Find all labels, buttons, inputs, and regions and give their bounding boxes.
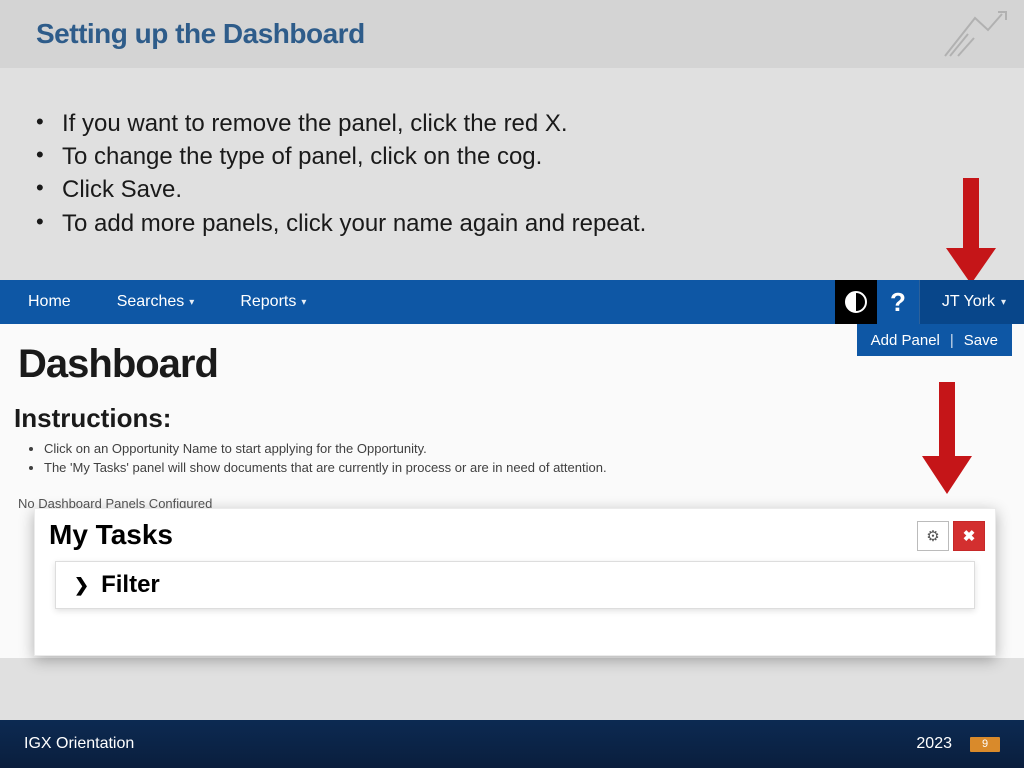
close-icon: ✖: [963, 527, 976, 545]
panel-action-bar: Add Panel | Save: [857, 324, 1012, 356]
help-button[interactable]: ?: [877, 280, 919, 324]
gear-icon: ⚙: [926, 527, 939, 545]
footer-year: 2023: [916, 735, 952, 753]
nav-searches[interactable]: Searches▾: [93, 280, 217, 324]
separator: |: [940, 332, 964, 349]
app-navbar: Home Searches▾ Reports▾ ? JT York▾: [0, 280, 1024, 324]
logo-icon: [940, 8, 1010, 60]
add-panel-button[interactable]: Add Panel: [871, 332, 940, 349]
instruction-bullets: If you want to remove the panel, click t…: [0, 68, 1024, 239]
footer-left: IGX Orientation: [24, 735, 134, 753]
instructions-list: Click on an Opportunity Name to start ap…: [0, 438, 1024, 486]
instructions-heading: Instructions:: [0, 393, 1024, 438]
arrow-pointer-icon: [946, 178, 996, 284]
nav-reports[interactable]: Reports▾: [216, 280, 328, 324]
arrow-pointer-icon: [922, 382, 972, 494]
bullet-item: Click Save.: [36, 174, 1024, 205]
filter-label: Filter: [101, 571, 160, 599]
help-icon: ?: [890, 287, 906, 318]
chevron-down-icon: ▾: [1001, 297, 1006, 308]
panel-remove-button[interactable]: ✖: [953, 521, 985, 551]
bullet-item: To add more panels, click your name agai…: [36, 208, 1024, 239]
my-tasks-panel: My Tasks ⚙ ✖ ❯ Filter: [34, 508, 996, 656]
panel-settings-button[interactable]: ⚙: [917, 521, 949, 551]
panel-title: My Tasks: [49, 519, 917, 551]
slide-title: Setting up the Dashboard: [36, 18, 365, 50]
contrast-toggle[interactable]: [835, 280, 877, 324]
save-button[interactable]: Save: [964, 332, 998, 349]
filter-toggle[interactable]: ❯ Filter: [55, 561, 975, 609]
slide-header: Setting up the Dashboard: [0, 0, 1024, 68]
slide-footer: IGX Orientation 2023 9: [0, 720, 1024, 768]
contrast-icon: [845, 291, 867, 313]
chevron-down-icon: ▾: [301, 297, 306, 308]
bullet-item: If you want to remove the panel, click t…: [36, 108, 1024, 139]
nav-home[interactable]: Home: [0, 280, 93, 324]
page-number: 9: [970, 737, 1000, 752]
chevron-right-icon: ❯: [74, 575, 89, 596]
instruction-item: Click on an Opportunity Name to start ap…: [44, 440, 1024, 459]
bullet-item: To change the type of panel, click on th…: [36, 141, 1024, 172]
instruction-item: The 'My Tasks' panel will show documents…: [44, 459, 1024, 478]
no-panels-text: No Dashboard Panels Configured: [0, 486, 1024, 511]
user-menu[interactable]: JT York▾: [919, 280, 1024, 324]
chevron-down-icon: ▾: [189, 297, 194, 308]
